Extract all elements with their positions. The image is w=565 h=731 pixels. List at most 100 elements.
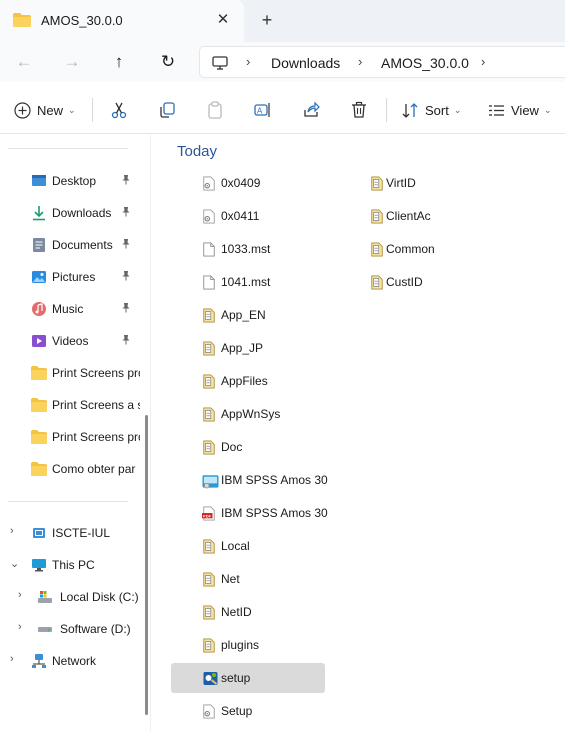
file-item[interactable]: 1041.mst xyxy=(171,267,325,297)
sort-button[interactable]: Sort ⌄ xyxy=(402,98,461,122)
sidebar-item-desktop[interactable]: Desktop xyxy=(0,168,140,194)
copy-icon xyxy=(160,102,175,118)
file-item[interactable]: 0x0409 xyxy=(171,168,325,198)
file-item[interactable]: Doc xyxy=(171,432,325,462)
navigation-pane: Desktop Downloads Documents Pictures Music Vi… xyxy=(0,135,148,731)
file-name: Doc xyxy=(221,440,243,454)
file-item[interactable]: App_EN xyxy=(171,300,325,330)
pane-divider[interactable] xyxy=(150,135,151,731)
file-item[interactable]: NetID xyxy=(171,597,325,627)
plus-circle-icon xyxy=(14,101,31,119)
breadcrumb-amos[interactable]: AMOS_30.0.0 xyxy=(381,55,469,71)
chevron-down-icon[interactable]: ⌄ xyxy=(10,557,19,570)
file-item[interactable]: setup xyxy=(171,663,325,693)
rename-button[interactable]: A xyxy=(254,98,272,122)
chevron-right-icon[interactable]: › xyxy=(358,54,362,69)
cab-file-icon xyxy=(370,241,384,258)
file-item[interactable]: plugins xyxy=(171,630,325,660)
sidebar-item-print-screens-pro[interactable]: Print Screens pro xyxy=(0,424,140,450)
sidebar-item-print-screens-pro[interactable]: Print Screens pro xyxy=(0,360,140,386)
sidebar-item-music[interactable]: Music xyxy=(0,296,140,322)
list-view-icon xyxy=(489,104,504,116)
file-item[interactable]: ClientAc xyxy=(370,201,490,231)
cab-file-icon xyxy=(202,439,216,456)
svg-text:PDF: PDF xyxy=(203,513,212,518)
file-item[interactable]: 0x0411 xyxy=(171,201,325,231)
folder-icon xyxy=(31,397,47,413)
pc-icon xyxy=(31,557,47,573)
sidebar-tree-software-d[interactable]: › Software (D:) xyxy=(0,616,140,642)
cab-file-icon xyxy=(202,340,216,357)
pin-icon[interactable] xyxy=(121,334,131,348)
sidebar-item-label: This PC xyxy=(52,558,95,572)
file-item[interactable]: Common xyxy=(370,234,490,264)
sidebar-item-pictures[interactable]: Pictures xyxy=(0,264,140,290)
sidebar-item-label: Como obter par xyxy=(52,462,136,476)
cut-button[interactable] xyxy=(110,98,128,122)
view-button[interactable]: View ⌄ xyxy=(488,98,552,122)
chevron-right-icon[interactable]: › xyxy=(481,54,485,69)
file-item[interactable]: PDF IBM SPSS Amos 30 xyxy=(171,498,328,528)
file-name: App_EN xyxy=(221,308,266,322)
file-item[interactable]: CustID xyxy=(370,267,490,297)
share-button[interactable] xyxy=(302,98,320,122)
paste-button[interactable] xyxy=(206,98,224,122)
group-header-today[interactable]: Today xyxy=(177,143,217,160)
pin-icon[interactable] xyxy=(121,206,131,220)
close-tab-button[interactable]: ✕ xyxy=(213,10,233,30)
sidebar-item-downloads[interactable]: Downloads xyxy=(0,200,140,226)
sidebar-item-videos[interactable]: Videos xyxy=(0,328,140,354)
cab-file-icon xyxy=(202,604,216,621)
cab-file-icon xyxy=(202,571,216,588)
file-item[interactable]: App_JP xyxy=(171,333,325,363)
cab-file-icon xyxy=(202,538,216,555)
file-item[interactable]: Local xyxy=(171,531,325,561)
sidebar-scrollbar[interactable] xyxy=(145,415,148,715)
settings-file-icon xyxy=(202,703,216,720)
local-disk-icon xyxy=(37,589,53,605)
copy-button[interactable] xyxy=(158,98,176,122)
divider xyxy=(8,148,128,149)
chevron-right-icon[interactable]: › xyxy=(18,621,22,633)
file-name: AppWnSys xyxy=(221,407,281,421)
refresh-button[interactable]: ↻ xyxy=(156,50,180,74)
address-bar[interactable]: › Downloads › AMOS_30.0.0 › xyxy=(199,46,565,78)
file-item[interactable]: IBM SPSS Amos 30 xyxy=(171,465,328,495)
new-tab-button[interactable]: + xyxy=(257,10,277,30)
file-item[interactable]: Setup xyxy=(171,696,325,726)
forward-button[interactable]: → xyxy=(60,50,84,74)
sidebar-item-label: Print Screens a se xyxy=(52,398,140,412)
breadcrumb-downloads[interactable]: Downloads xyxy=(271,55,340,71)
chevron-right-icon[interactable]: › xyxy=(18,589,22,601)
delete-button[interactable] xyxy=(350,98,368,122)
file-item[interactable]: Net xyxy=(171,564,325,594)
sidebar-tree-local-disk-c[interactable]: › Local Disk (C:) xyxy=(0,584,140,610)
back-button[interactable]: ← xyxy=(12,50,36,74)
pin-icon[interactable] xyxy=(121,270,131,284)
new-button[interactable]: New ⌄ xyxy=(14,98,76,122)
settings-file-icon xyxy=(202,208,216,225)
sidebar-item-documents[interactable]: Documents xyxy=(0,232,140,258)
chevron-right-icon[interactable]: › xyxy=(10,525,14,537)
file-item[interactable]: AppFiles xyxy=(171,366,325,396)
sidebar-item-print-screens-a-se[interactable]: Print Screens a se xyxy=(0,392,140,418)
pin-icon[interactable] xyxy=(121,302,131,316)
chevron-right-icon[interactable]: › xyxy=(10,653,14,665)
sidebar-tree-iscte-iul[interactable]: › ISCTE-IUL xyxy=(0,520,140,546)
file-name: Setup xyxy=(221,704,253,718)
file-item[interactable]: VirtID xyxy=(370,168,490,198)
pin-icon[interactable] xyxy=(121,174,131,188)
file-name: App_JP xyxy=(221,341,264,355)
sidebar-tree-network[interactable]: › Network xyxy=(0,648,140,674)
pin-icon[interactable] xyxy=(121,238,131,252)
tab-amos[interactable]: AMOS_30.0.0 ✕ xyxy=(0,0,244,42)
setup-exe-icon xyxy=(202,670,219,687)
up-button[interactable]: ↑ xyxy=(107,50,131,74)
file-item[interactable]: AppWnSys xyxy=(171,399,325,429)
file-item[interactable]: 1033.mst xyxy=(171,234,325,264)
installer-icon xyxy=(202,472,219,489)
sidebar-item-como-obter-par[interactable]: Como obter par xyxy=(0,456,140,482)
chevron-right-icon[interactable]: › xyxy=(246,54,250,69)
sidebar-tree-this-pc[interactable]: ⌄ This PC xyxy=(0,552,140,578)
sort-label: Sort xyxy=(425,102,449,118)
